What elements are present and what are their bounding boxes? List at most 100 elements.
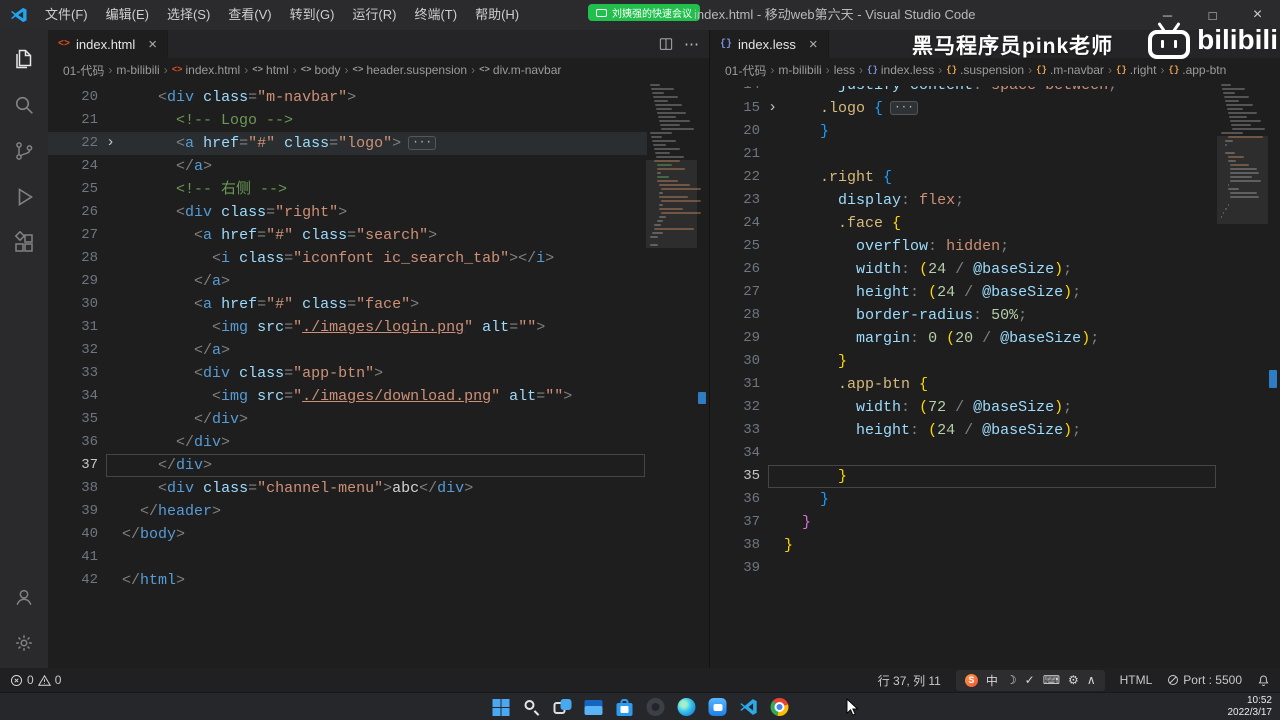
code-line[interactable]: 31 .app-btn { bbox=[710, 373, 1218, 396]
breadcrumb-item[interactable]: 01-代码 bbox=[63, 62, 104, 79]
minimap-slider[interactable] bbox=[646, 160, 697, 248]
code-line[interactable]: 24 </a> bbox=[48, 155, 647, 178]
code-line[interactable]: 35 } bbox=[710, 465, 1218, 488]
ime-mode-label[interactable]: 中 bbox=[986, 672, 998, 689]
taskbar-chrome-icon[interactable] bbox=[769, 696, 791, 718]
code-line[interactable]: 37 } bbox=[710, 511, 1218, 534]
ime-collapse-icon[interactable]: ∧ bbox=[1087, 673, 1096, 687]
code-line[interactable]: 34 <img src="./images/download.png" alt=… bbox=[48, 385, 647, 408]
code-line[interactable]: 23 display: flex; bbox=[710, 189, 1218, 212]
code-line[interactable]: 41 bbox=[48, 546, 647, 569]
code-line[interactable]: 42 </html> bbox=[48, 569, 647, 592]
folded-code-badge[interactable]: ··· bbox=[408, 136, 436, 151]
ime-settings-icon[interactable]: ⚙ bbox=[1068, 673, 1079, 687]
code-line[interactable]: 22 › <a href="#" class="logo"> ··· bbox=[48, 132, 647, 155]
code-line[interactable]: 20 } bbox=[710, 120, 1218, 143]
problems-status[interactable]: 0 0 bbox=[10, 673, 61, 687]
activity-explorer-icon[interactable] bbox=[0, 36, 48, 82]
code-line[interactable]: 33 <div class="app-btn"> bbox=[48, 362, 647, 385]
breadcrumb-item[interactable]: 01-代码 bbox=[725, 62, 766, 79]
code-line[interactable]: 38} bbox=[710, 534, 1218, 557]
taskbar-task-view-icon[interactable] bbox=[552, 696, 574, 718]
code-line[interactable]: 27 height: (24 / @baseSize); bbox=[710, 281, 1218, 304]
ime-punctuation-icon[interactable]: ✓ bbox=[1025, 673, 1035, 687]
tab-close-icon[interactable]: × bbox=[809, 36, 818, 53]
editor-left[interactable]: 20 <div class="m-navbar"> 21 <!-- Logo --… bbox=[48, 82, 709, 668]
code-line[interactable]: 40 </body> bbox=[48, 523, 647, 546]
menu-item[interactable]: 转到(G) bbox=[281, 0, 344, 30]
code-line[interactable]: 34 bbox=[710, 442, 1218, 465]
taskbar-file-explorer-icon[interactable] bbox=[583, 696, 605, 718]
ime-halfwidth-icon[interactable]: ☽ bbox=[1006, 673, 1017, 687]
code-line[interactable]: 29 </a> bbox=[48, 270, 647, 293]
code-line[interactable]: 24 .face { bbox=[710, 212, 1218, 235]
sogou-ime-icon[interactable]: S bbox=[964, 673, 978, 687]
code-line[interactable]: 39 bbox=[710, 557, 1218, 580]
code-line[interactable]: 14 justify-content: space-between; bbox=[710, 86, 1218, 97]
live-server-port[interactable]: Port : 5500 bbox=[1167, 673, 1242, 687]
menu-item[interactable]: 查看(V) bbox=[219, 0, 280, 30]
minimap[interactable] bbox=[1217, 84, 1268, 668]
tab-index-html[interactable]: <> index.html × bbox=[48, 30, 169, 58]
breadcrumb-item[interactable]: <> body bbox=[301, 63, 341, 77]
meeting-share-badge[interactable]: 刘姨强的快速会议 bbox=[588, 4, 700, 21]
tab-index-less[interactable]: {} index.less × bbox=[710, 30, 829, 58]
code-line[interactable]: 35 </div> bbox=[48, 408, 647, 431]
breadcrumb-item[interactable]: <> index.html bbox=[172, 63, 241, 77]
split-editor-icon[interactable] bbox=[659, 37, 673, 51]
menu-item[interactable]: 终端(T) bbox=[405, 0, 466, 30]
activity-settings-icon[interactable] bbox=[0, 620, 48, 666]
code-line[interactable]: 36 </div> bbox=[48, 431, 647, 454]
taskbar-chat-icon[interactable] bbox=[707, 696, 729, 718]
code-line[interactable]: 25 overflow: hidden; bbox=[710, 235, 1218, 258]
menu-item[interactable]: 选择(S) bbox=[158, 0, 219, 30]
more-actions-icon[interactable]: ⋯ bbox=[684, 35, 699, 53]
notifications-bell-icon[interactable] bbox=[1257, 674, 1270, 687]
code-line[interactable]: 28 <i class="iconfont ic_search_tab"></i… bbox=[48, 247, 647, 270]
menu-item[interactable]: 帮助(H) bbox=[466, 0, 528, 30]
code-line[interactable]: 29 margin: 0 (20 / @baseSize); bbox=[710, 327, 1218, 350]
code-line[interactable]: 36 } bbox=[710, 488, 1218, 511]
code-line[interactable]: 22 .right { bbox=[710, 166, 1218, 189]
breadcrumb-item[interactable]: m-bilibili bbox=[116, 63, 159, 77]
code-line[interactable]: 21 bbox=[710, 143, 1218, 166]
code-line[interactable]: 25 <!-- 右侧 --> bbox=[48, 178, 647, 201]
code-line[interactable]: 15 › .logo {··· bbox=[710, 97, 1218, 120]
breadcrumb-item[interactable]: <> html bbox=[252, 63, 288, 77]
code-line[interactable]: 27 <a href="#" class="search"> bbox=[48, 224, 647, 247]
code-line[interactable]: 30 } bbox=[710, 350, 1218, 373]
cursor-position[interactable]: 行 37, 列 11 bbox=[878, 672, 941, 689]
activity-account-icon[interactable] bbox=[0, 574, 48, 620]
code-line[interactable]: 31 <img src="./images/login.png" alt=""> bbox=[48, 316, 647, 339]
taskbar-store-icon[interactable] bbox=[614, 696, 636, 718]
code-line[interactable]: 32 width: (72 / @baseSize); bbox=[710, 396, 1218, 419]
taskbar-windows-start-icon[interactable] bbox=[490, 696, 512, 718]
ime-toolbar[interactable]: S 中 ☽ ✓ ⌨ ⚙ ∧ bbox=[955, 669, 1105, 691]
code-line[interactable]: 37 </div> bbox=[48, 454, 647, 477]
taskbar-search-icon[interactable] bbox=[521, 696, 543, 718]
taskbar-app-dark-icon[interactable] bbox=[645, 696, 667, 718]
language-mode[interactable]: HTML bbox=[1120, 673, 1153, 687]
activity-source-control-icon[interactable] bbox=[0, 128, 48, 174]
taskbar-edge-icon[interactable] bbox=[676, 696, 698, 718]
code-line[interactable]: 30 <a href="#" class="face"> bbox=[48, 293, 647, 316]
menu-item[interactable]: 运行(R) bbox=[343, 0, 405, 30]
breadcrumb-item[interactable]: {} .right bbox=[1116, 63, 1157, 77]
code-line[interactable]: 20 <div class="m-navbar"> bbox=[48, 86, 647, 109]
activity-run-debug-icon[interactable] bbox=[0, 174, 48, 220]
code-line[interactable]: 26 width: (24 / @baseSize); bbox=[710, 258, 1218, 281]
activity-extensions-icon[interactable] bbox=[0, 220, 48, 266]
activity-search-icon[interactable] bbox=[0, 82, 48, 128]
code-line[interactable]: 38 <div class="channel-menu">abc</div> bbox=[48, 477, 647, 500]
breadcrumb-item[interactable]: <> header.suspension bbox=[353, 63, 468, 77]
code-line[interactable]: 26 <div class="right"> bbox=[48, 201, 647, 224]
minimap-slider[interactable] bbox=[1217, 136, 1268, 224]
breadcrumb-item[interactable]: {} .suspension bbox=[946, 63, 1024, 77]
code-line[interactable]: 28 border-radius: 50%; bbox=[710, 304, 1218, 327]
folded-code-badge[interactable]: ··· bbox=[890, 101, 918, 116]
code-line[interactable]: 39 </header> bbox=[48, 500, 647, 523]
breadcrumb-item[interactable]: m-bilibili bbox=[778, 63, 821, 77]
breadcrumb-item[interactable]: <> div.m-navbar bbox=[479, 63, 561, 77]
menu-item[interactable]: 编辑(E) bbox=[97, 0, 158, 30]
code-line[interactable]: 33 height: (24 / @baseSize); bbox=[710, 419, 1218, 442]
